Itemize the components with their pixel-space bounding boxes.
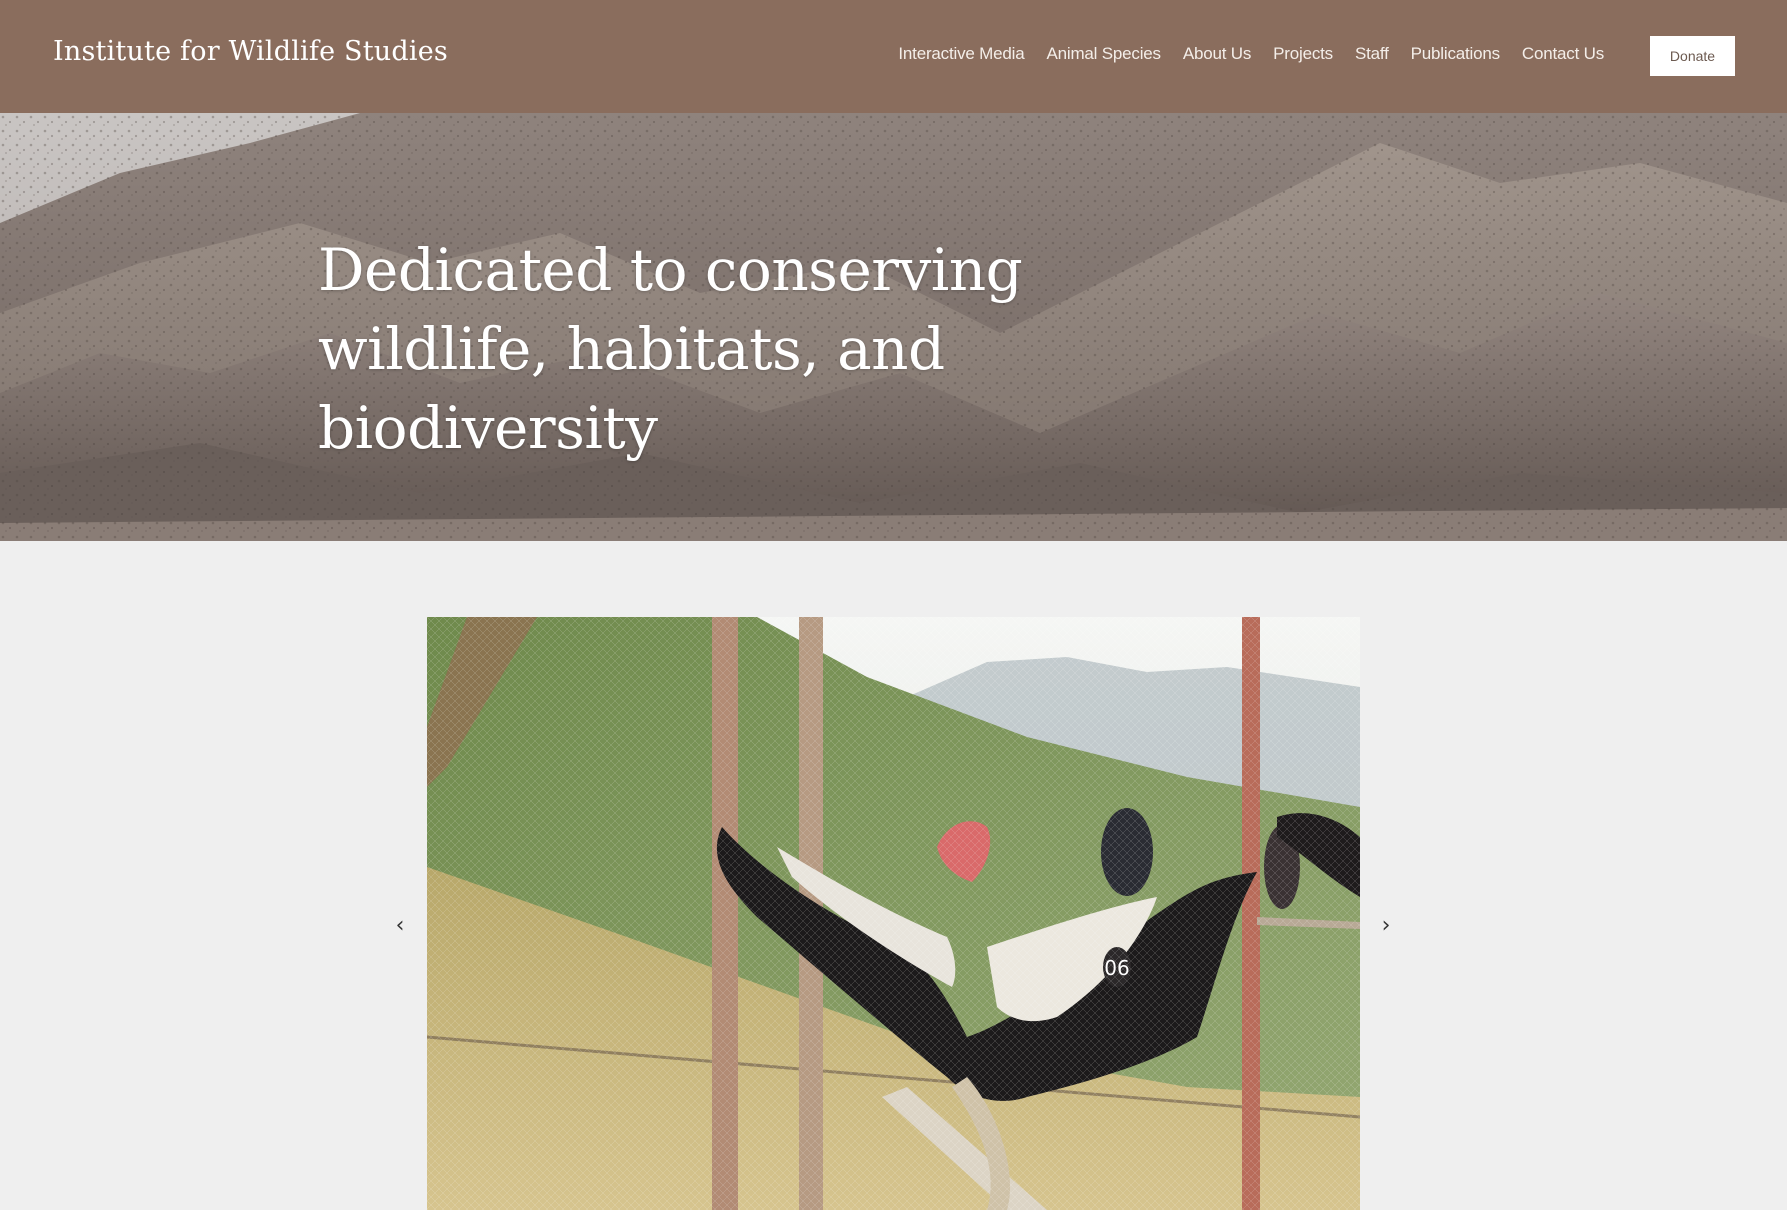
nav-item-contact-us[interactable]: Contact Us [1522,44,1604,64]
nav-item-interactive-media[interactable]: Interactive Media [898,44,1024,64]
condor-photo: 06 [427,617,1360,1210]
donate-button[interactable]: Donate [1650,36,1735,76]
chevron-left-icon[interactable]: ‹ [388,910,412,940]
gallery-slideshow: 06 [427,617,1360,1210]
chevron-right-icon[interactable]: › [1374,910,1398,940]
main-nav: Interactive Media Animal Species About U… [898,44,1604,64]
nav-item-publications[interactable]: Publications [1411,44,1500,64]
nav-item-projects[interactable]: Projects [1273,44,1333,64]
hero-heading: Dedicated to conserving wildlife, habita… [318,236,1023,462]
site-title-link[interactable]: Institute for Wildlife Studies [53,36,448,67]
nav-item-staff[interactable]: Staff [1355,44,1389,64]
nav-item-animal-species[interactable]: Animal Species [1046,44,1161,64]
hero-banner: Dedicated to conserving wildlife, habita… [0,113,1787,541]
site-header: Institute for Wildlife Studies Interacti… [0,0,1787,113]
nav-item-about-us[interactable]: About Us [1183,44,1252,64]
